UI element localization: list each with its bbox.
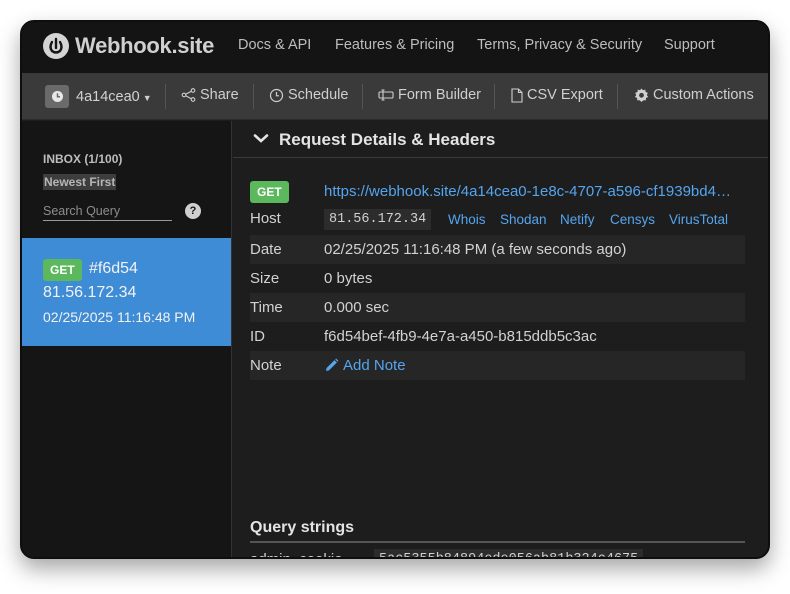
- censys-link[interactable]: Censys: [610, 212, 655, 227]
- sort-newest-first[interactable]: Newest First: [43, 174, 117, 190]
- clock-icon: [45, 85, 69, 108]
- chevron-down-icon: [253, 131, 269, 149]
- request-list-item[interactable]: GET #f6d54 81.56.172.34 02/25/2025 11:16…: [22, 238, 231, 346]
- url-row: GET https://webhook.site/4a14cea0-1e8c-4…: [250, 179, 745, 205]
- method-badge: GET: [43, 259, 82, 281]
- request-ip: 81.56.172.34: [43, 284, 137, 301]
- query-strings-divider: [250, 541, 745, 543]
- toolbar-divider: [362, 84, 363, 109]
- form-builder-button[interactable]: Form Builder: [378, 87, 481, 103]
- share-button[interactable]: Share: [181, 87, 239, 103]
- note-row: Note Add Note: [250, 351, 745, 380]
- size-label: Size: [250, 270, 280, 287]
- schedule-button[interactable]: Schedule: [269, 87, 348, 103]
- host-label: Host: [250, 210, 281, 227]
- method-badge: GET: [250, 181, 289, 203]
- host-ip: 81.56.172.34: [324, 209, 432, 230]
- token-dropdown[interactable]: 4a14cea0 ▼: [45, 85, 152, 108]
- file-icon: [511, 87, 523, 103]
- id-row: ID f6d54bef-4fb9-4e7a-a450-b815ddb5c3ac: [250, 322, 745, 351]
- request-date: 02/25/2025 11:16:48 PM: [43, 309, 196, 325]
- details-table: GET https://webhook.site/4a14cea0-1e8c-4…: [250, 179, 745, 380]
- id-value: f6d54bef-4fb9-4e7a-a450-b815ddb5c3ac: [324, 328, 597, 345]
- caret-down-icon: ▼: [142, 92, 152, 103]
- query-string-key: admin_cookie: [250, 551, 343, 557]
- whois-link[interactable]: Whois: [448, 212, 486, 227]
- id-label: ID: [250, 328, 265, 345]
- webhook-logo-icon: [43, 33, 69, 59]
- time-row: Time 0.000 sec: [250, 293, 745, 322]
- query-string-value: 5ac5355b84894ede056ab81b324c4675: [374, 549, 644, 557]
- gear-icon: [634, 88, 649, 103]
- section-title: Request Details & Headers: [279, 130, 496, 149]
- note-label: Note: [250, 357, 282, 374]
- virustotal-link[interactable]: VirusTotal: [669, 212, 728, 227]
- top-navbar: Webhook.site Docs & API Features & Prici…: [22, 22, 768, 73]
- time-label: Time: [250, 299, 283, 316]
- netify-link[interactable]: Netify: [560, 212, 595, 227]
- date-row: Date 02/25/2025 11:16:48 PM (a few secon…: [250, 235, 745, 264]
- custom-actions-button[interactable]: Custom Actions: [634, 87, 754, 103]
- add-note-label: Add Note: [343, 357, 406, 374]
- help-icon[interactable]: ?: [185, 203, 201, 219]
- query-strings-title: Query strings: [250, 519, 355, 536]
- csv-export-label: CSV Export: [527, 87, 603, 103]
- request-id: #f6d54: [89, 260, 138, 277]
- toolbar-divider: [494, 84, 495, 109]
- toolbar: 4a14cea0 ▼ Share Schedule Form Builder C…: [22, 73, 768, 120]
- nav-terms-privacy-security[interactable]: Terms, Privacy & Security: [477, 37, 642, 53]
- form-builder-label: Form Builder: [398, 87, 481, 103]
- brand-name: Webhook.site: [75, 33, 215, 58]
- share-icon: [181, 88, 196, 102]
- inbox-title: INBOX (1/100): [43, 152, 123, 166]
- time-value: 0.000 sec: [324, 299, 390, 316]
- clock-outline-icon: [269, 88, 284, 103]
- toolbar-divider: [617, 84, 618, 109]
- host-row: Host 81.56.172.34 Whois Shodan Netify Ce…: [250, 205, 745, 235]
- size-value: 0 bytes: [324, 270, 373, 287]
- section-header[interactable]: Request Details & Headers: [233, 121, 768, 158]
- toolbar-divider: [253, 84, 254, 109]
- date-label: Date: [250, 241, 282, 258]
- shodan-link[interactable]: Shodan: [500, 212, 547, 227]
- size-row: Size 0 bytes: [250, 264, 745, 293]
- schedule-label: Schedule: [288, 87, 349, 103]
- request-details-panel: Request Details & Headers GET https://we…: [233, 121, 768, 557]
- brand[interactable]: Webhook.site: [43, 32, 214, 60]
- nav-support[interactable]: Support: [664, 37, 715, 53]
- app-window: Webhook.site Docs & API Features & Prici…: [20, 20, 770, 559]
- csv-export-button[interactable]: CSV Export: [511, 87, 603, 103]
- request-url-link[interactable]: https://webhook.site/4a14cea0-1e8c-4707-…: [324, 183, 736, 200]
- share-label: Share: [200, 87, 239, 103]
- nav-docs-api[interactable]: Docs & API: [238, 37, 311, 53]
- add-note-button[interactable]: Add Note: [324, 357, 406, 374]
- form-builder-icon: [378, 89, 394, 101]
- search-input[interactable]: [43, 201, 172, 221]
- nav-features-pricing[interactable]: Features & Pricing: [335, 37, 454, 53]
- token-label: 4a14cea0: [76, 88, 140, 105]
- custom-actions-label: Custom Actions: [653, 87, 754, 103]
- pencil-icon: [324, 358, 339, 373]
- toolbar-divider: [165, 84, 166, 109]
- date-value: 02/25/2025 11:16:48 PM (a few seconds ag…: [324, 241, 627, 258]
- sidebar: INBOX (1/100) Newest First ? GET #f6d54 …: [22, 121, 232, 557]
